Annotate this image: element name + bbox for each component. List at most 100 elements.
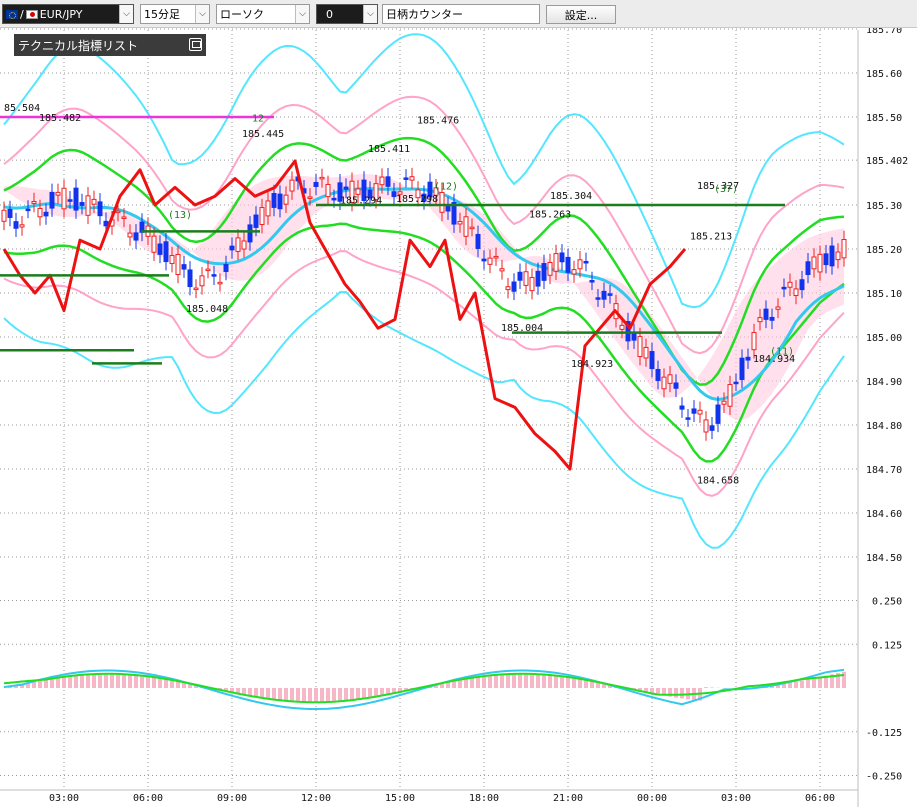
counter-label: 日柄カウンター: [386, 8, 463, 21]
x-tick-label: 06:00: [805, 793, 835, 804]
oscillator-bar: [374, 688, 378, 697]
oscillator-tick-label: 0.250: [872, 597, 902, 608]
x-tick-label: 18:00: [469, 793, 499, 804]
candle-body: [289, 179, 295, 192]
candle-body: [271, 193, 277, 208]
chevron-down-icon[interactable]: ⌵: [363, 5, 377, 23]
price-annotation: 85.504: [4, 103, 40, 114]
chevron-down-icon[interactable]: ⌵: [195, 5, 209, 23]
oscillator-bar: [794, 681, 798, 688]
oscillator-bar: [788, 682, 792, 688]
oscillator-bar: [92, 674, 96, 688]
oscillator-bar: [464, 678, 468, 688]
x-tick-label: 15:00: [385, 793, 415, 804]
oscillator-bar: [512, 674, 516, 688]
candle-body: [829, 245, 835, 267]
candle-body: [445, 204, 451, 212]
candle-body: [277, 193, 283, 210]
candle-body: [163, 241, 169, 263]
candle-body: [589, 280, 595, 283]
symbol-select[interactable]: / EUR/JPY ⌵: [2, 4, 134, 24]
candle-body: [379, 176, 385, 186]
candle-body: [787, 281, 793, 288]
candle-body: [703, 419, 709, 433]
candle-body: [157, 243, 163, 255]
settings-label: 設定...: [564, 8, 598, 22]
candle-body: [175, 253, 181, 276]
chevron-down-icon[interactable]: ⌵: [119, 5, 133, 23]
technical-indicator-panel[interactable]: テクニカル指標リスト: [14, 34, 206, 56]
candle-body: [475, 233, 481, 249]
technical-indicator-title: テクニカル指標リスト: [18, 38, 139, 53]
oscillator-bar: [494, 675, 498, 688]
counter-annotation: (37): [714, 184, 738, 195]
price-annotation: 185.476: [417, 116, 459, 127]
candle-body: [73, 187, 79, 211]
candle-body: [571, 269, 577, 275]
price-annotation: 185.482: [39, 113, 81, 124]
timeframe-label: 15分足: [144, 8, 180, 21]
y-tick-label: 185.20: [866, 245, 902, 256]
counter-annotation: (13): [168, 210, 192, 221]
oscillator-bar: [278, 688, 282, 701]
candle-body: [523, 271, 529, 286]
candle-body: [463, 216, 469, 237]
candle-body: [547, 261, 553, 276]
candle-body: [649, 351, 655, 370]
counter-select[interactable]: 0 ⌵: [316, 4, 378, 24]
oscillator-bar: [530, 674, 534, 688]
candle-body: [13, 221, 19, 229]
oscillator-bar: [116, 674, 120, 688]
oscillator-bar: [356, 688, 360, 700]
candle-body: [79, 202, 85, 206]
y-tick-label: 185.50: [866, 113, 902, 124]
price-annotation: 185.048: [186, 304, 228, 315]
oscillator-bar: [500, 674, 504, 688]
price-chart[interactable]: 85.504185.482185.327185.445185.048185.29…: [0, 28, 917, 807]
candle-body: [169, 255, 175, 265]
oscillator-bar: [470, 677, 474, 688]
candle-body: [1, 209, 7, 222]
restore-icon[interactable]: [189, 38, 202, 51]
oscillator-bar: [524, 674, 528, 688]
chart-style-label: ローソク: [220, 8, 264, 21]
oscillator-bar: [566, 677, 570, 688]
settings-button[interactable]: 設定...: [546, 5, 616, 24]
oscillator-bar: [266, 688, 270, 699]
candle-body: [673, 382, 679, 389]
candle-body: [181, 264, 187, 270]
symbol-label: EUR/JPY: [39, 7, 83, 21]
oscillator-bar: [38, 680, 42, 688]
chevron-down-icon[interactable]: ⌵: [295, 5, 309, 23]
timeframe-select[interactable]: 15分足 ⌵: [140, 4, 210, 24]
price-annotation: 185.294: [340, 196, 382, 207]
candle-body: [313, 181, 319, 187]
oscillator-bar: [86, 674, 90, 688]
candle-body: [715, 404, 721, 424]
candle-body: [511, 281, 517, 292]
candle-body: [745, 356, 751, 361]
candle-body: [805, 261, 811, 276]
candle-body: [247, 224, 253, 243]
oscillator-bar: [122, 674, 126, 688]
oscillator-bar: [506, 674, 510, 688]
oscillator-bar: [518, 674, 522, 688]
eu-flag-icon: [6, 9, 18, 19]
candle-body: [481, 258, 487, 262]
oscillator-bar: [482, 676, 486, 688]
candle-body: [565, 256, 571, 273]
price-annotation: 185.298: [396, 194, 438, 205]
x-tick-label: 06:00: [133, 793, 163, 804]
price-annotation: 185.445: [242, 129, 284, 140]
chart-style-select[interactable]: ローソク ⌵: [216, 4, 310, 24]
y-tick-label: 184.60: [866, 509, 902, 520]
price-annotation: 185.304: [550, 191, 592, 202]
candle-body: [637, 336, 643, 358]
candle-body: [307, 196, 313, 199]
oscillator-bar: [302, 688, 306, 702]
candle-body: [133, 232, 139, 241]
counter-label-box[interactable]: 日柄カウンター: [382, 4, 540, 24]
oscillator-bar: [284, 688, 288, 701]
oscillator-bar: [362, 688, 366, 699]
oscillator-bar: [98, 674, 102, 688]
